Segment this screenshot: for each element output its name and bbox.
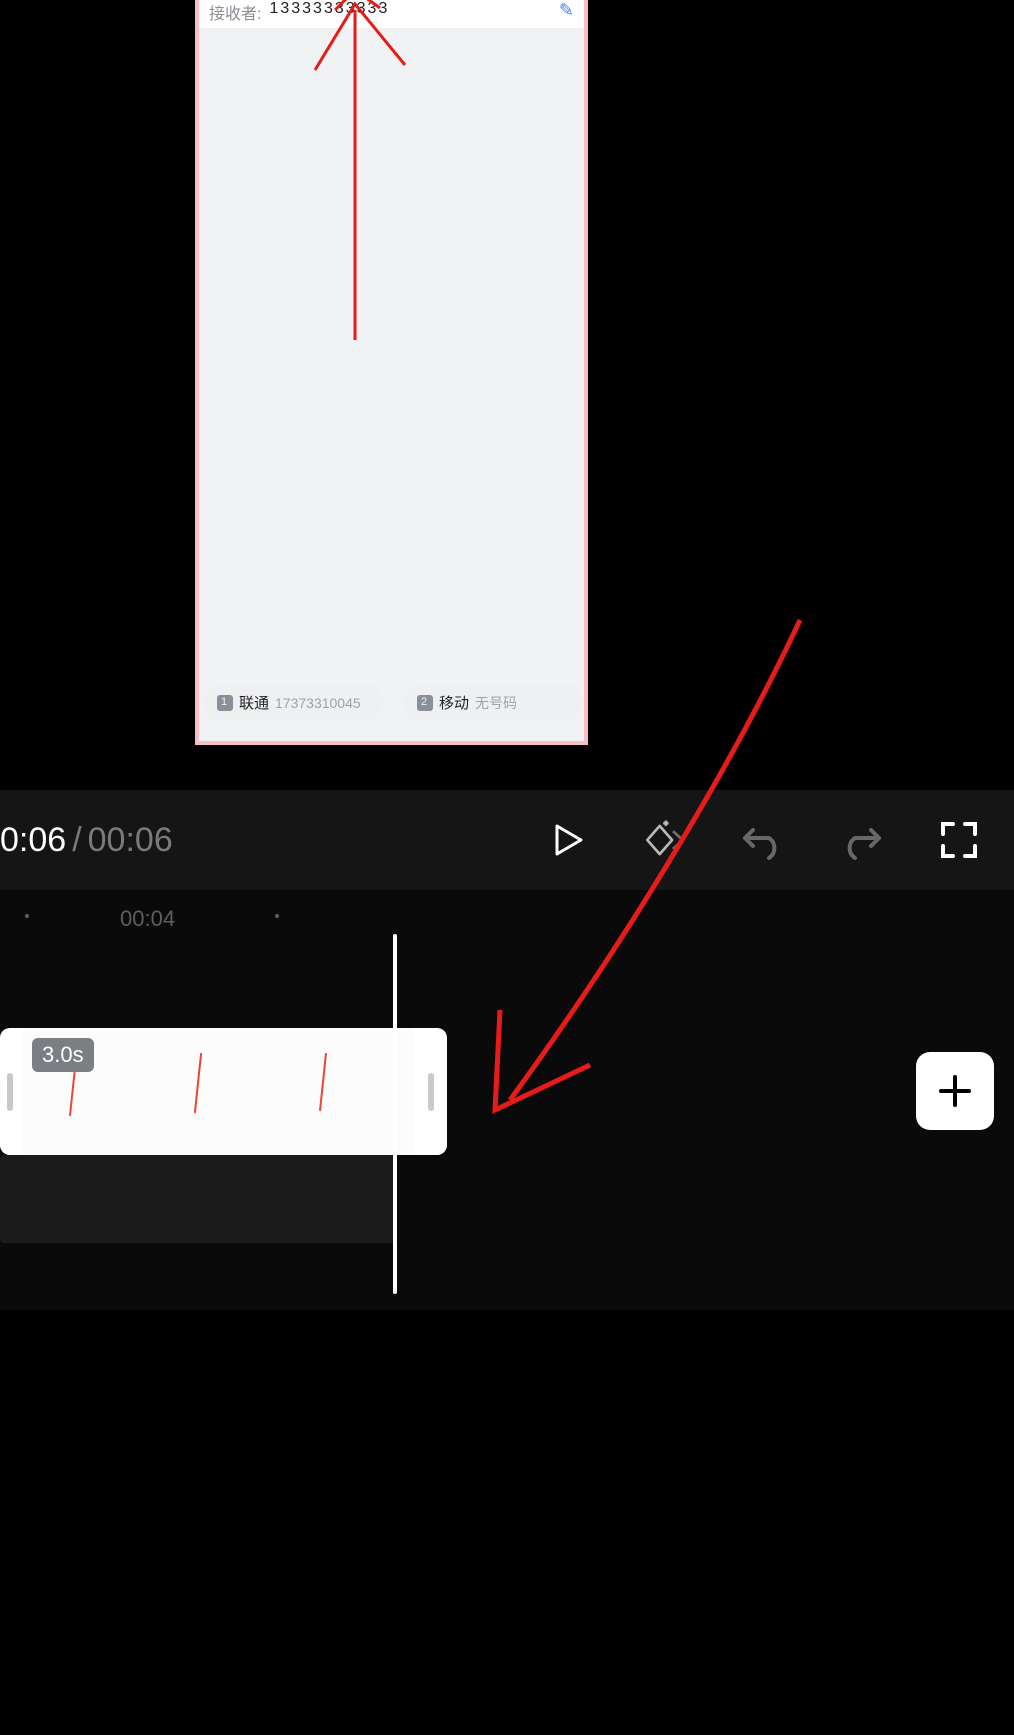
ruler-tick-label: 00:04 — [120, 906, 175, 932]
preview-header: 接收者: 13333333333 ✎ — [199, 0, 584, 28]
thumbnail-mark — [194, 1053, 202, 1113]
recipient-label: 接收者: — [209, 0, 261, 24]
sim-chip-1: 联通 17373310045 — [203, 684, 383, 721]
thumbnail-mark — [319, 1053, 327, 1111]
empty-track[interactable] — [0, 1155, 395, 1243]
sim-icon — [217, 695, 233, 711]
ruler-tick-dot — [275, 914, 279, 918]
timeline[interactable]: 00:04 3.0s — [0, 890, 1014, 1310]
sim-carrier: 移动 — [439, 692, 469, 713]
playhead[interactable] — [393, 934, 397, 1294]
sim-icon — [417, 695, 433, 711]
clip-trim-handle-right[interactable] — [415, 1028, 447, 1155]
sim-number: 无号码 — [475, 693, 517, 713]
time-separator: / — [72, 821, 81, 860]
edit-icon: ✎ — [559, 0, 574, 21]
current-time: 0:06 — [0, 821, 66, 860]
preview-frame-border: 接收者: 13333333333 ✎ 联通 17373310045 移动 无号码 — [195, 0, 588, 745]
preview-canvas[interactable]: 接收者: 13333333333 ✎ 联通 17373310045 移动 无号码 — [195, 0, 588, 788]
sim-carrier: 联通 — [239, 692, 269, 713]
preview-frame: 接收者: 13333333333 ✎ 联通 17373310045 移动 无号码 — [199, 0, 584, 741]
add-clip-button[interactable] — [916, 1052, 994, 1130]
sim-chip-2: 移动 无号码 — [403, 684, 583, 721]
ruler-tick-dot — [25, 914, 29, 918]
timeline-ruler[interactable]: 00:04 — [0, 900, 1014, 930]
fullscreen-button[interactable] — [936, 817, 982, 863]
time-display: 0:06 / 00:06 — [0, 821, 173, 860]
clip-trim-handle-left[interactable] — [0, 1028, 20, 1155]
undo-button[interactable] — [740, 817, 786, 863]
redo-button[interactable] — [838, 817, 884, 863]
recipient-value: 13333333333 — [269, 0, 389, 18]
sim-number: 17373310045 — [275, 695, 361, 711]
sim-chips: 联通 17373310045 移动 无号码 — [199, 684, 584, 721]
clip-duration-badge: 3.0s — [32, 1038, 94, 1072]
total-time: 00:06 — [88, 821, 173, 860]
keyframe-button[interactable] — [642, 817, 688, 863]
player-controls: 0:06 / 00:06 — [0, 790, 1014, 890]
play-button[interactable] — [544, 817, 590, 863]
